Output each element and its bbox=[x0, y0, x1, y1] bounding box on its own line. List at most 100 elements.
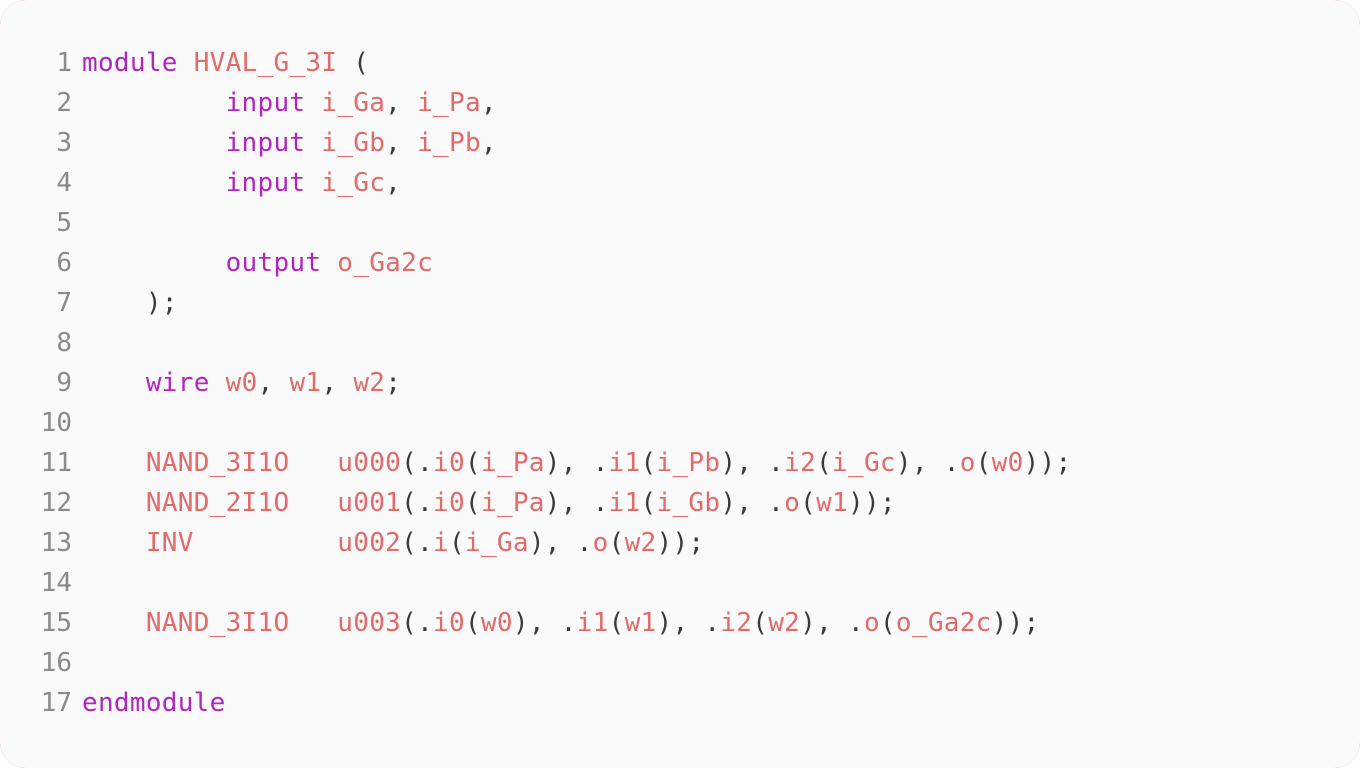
code-token-ident: i bbox=[433, 528, 450, 558]
code-line-row[interactable]: 17 endmodule bbox=[0, 683, 1360, 723]
code-line-text[interactable]: input i_Ga, i_Pa, bbox=[82, 83, 1360, 123]
code-token-ident: i1 bbox=[608, 448, 641, 478]
code-token-ident: i_Ga bbox=[321, 88, 386, 118]
code-listing: 1 module HVAL_G_3I (2 input i_Ga, i_Pa, 3 … bbox=[0, 43, 1360, 723]
code-line-row[interactable]: 16 ​ bbox=[0, 643, 1360, 683]
code-token-ident: o bbox=[592, 528, 609, 558]
code-token-punct: (. bbox=[401, 608, 434, 638]
code-line-text[interactable]: NAND_3I1O u003(.i0(w0), .i1(w1), .i2(w2)… bbox=[82, 603, 1360, 643]
code-token-punct: )); bbox=[991, 608, 1040, 638]
code-lines: 1 module HVAL_G_3I (2 input i_Ga, i_Pa, 3 … bbox=[0, 43, 1360, 723]
code-token-ident: w2 bbox=[768, 608, 801, 638]
code-token-ident: NAND_2I1O bbox=[145, 488, 290, 518]
code-line-row[interactable]: 10 ​ bbox=[0, 403, 1360, 443]
code-token-ident: u001 bbox=[337, 488, 402, 518]
code-token-punct: , bbox=[257, 368, 290, 398]
code-token-ident: NAND_3I1O bbox=[145, 608, 290, 638]
code-line-row[interactable]: 5​ bbox=[0, 203, 1360, 243]
code-line-row[interactable]: 1 module HVAL_G_3I ( bbox=[0, 43, 1360, 83]
code-token-punct: ( bbox=[337, 48, 370, 78]
code-line-text[interactable]: ​ bbox=[82, 203, 1360, 243]
code-token-ident: INV bbox=[145, 528, 194, 558]
code-scroll-area[interactable]: 1 module HVAL_G_3I (2 input i_Ga, i_Pa, 3 … bbox=[0, 0, 1360, 768]
line-number: 11 bbox=[40, 448, 72, 478]
code-line-text[interactable]: input i_Gb, i_Pb, bbox=[82, 123, 1360, 163]
code-line-row[interactable]: 7 ); bbox=[0, 283, 1360, 323]
code-line-row[interactable]: 2 input i_Ga, i_Pa, bbox=[0, 83, 1360, 123]
code-token-punct: ); bbox=[82, 288, 178, 318]
code-line-text[interactable]: INV u002(.i(i_Ga), .o(w2)); bbox=[82, 523, 1360, 563]
line-number: 14 bbox=[40, 568, 72, 598]
code-line-row[interactable]: 14 ​ bbox=[0, 563, 1360, 603]
code-line-text[interactable]: ​ bbox=[82, 403, 1360, 443]
code-token-punct: (. bbox=[401, 488, 434, 518]
code-line-row[interactable]: 4 input i_Gc, bbox=[0, 163, 1360, 203]
code-token-ident: i0 bbox=[433, 448, 465, 478]
code-line-text[interactable]: module HVAL_G_3I ( bbox=[82, 43, 1360, 83]
code-token-punct: , bbox=[385, 128, 418, 158]
code-token-ident: o_Ga2c bbox=[895, 608, 992, 638]
code-line-row[interactable]: 13 INV u002(.i(i_Ga), .o(w2)); bbox=[0, 523, 1360, 563]
code-line-text[interactable]: NAND_2I1O u001(.i0(i_Pa), .i1(i_Gb), .o(… bbox=[82, 483, 1360, 523]
line-number: 7 bbox=[56, 288, 72, 318]
code-line-text[interactable]: ​ bbox=[82, 323, 1360, 363]
code-token-punct: , bbox=[480, 128, 497, 158]
code-token-ident: w0 bbox=[225, 368, 258, 398]
line-number: 3 bbox=[56, 128, 72, 158]
code-line-text[interactable]: output o_Ga2c bbox=[82, 243, 1360, 283]
code-token-ident: u003 bbox=[337, 608, 402, 638]
code-token-punct: ( bbox=[640, 488, 657, 518]
code-token-punct: , bbox=[385, 88, 418, 118]
code-line-text[interactable]: ); bbox=[82, 283, 1360, 323]
code-line-text[interactable]: wire w0, w1, w2; bbox=[82, 363, 1360, 403]
code-token-ident: i_Ga bbox=[464, 528, 529, 558]
code-line-row[interactable]: 8​ bbox=[0, 323, 1360, 363]
code-token-ident: i2 bbox=[720, 608, 753, 638]
code-line-text[interactable]: ​ bbox=[82, 643, 1360, 683]
code-line-row[interactable]: 15 NAND_3I1O u003(.i0(w0), .i1(w1), .i2(… bbox=[0, 603, 1360, 643]
code-token-punct: ( bbox=[608, 608, 625, 638]
code-token-ident: i0 bbox=[433, 608, 465, 638]
code-line-text[interactable]: input i_Gc, bbox=[82, 163, 1360, 203]
code-line-row[interactable]: 6 output o_Ga2c bbox=[0, 243, 1360, 283]
code-line-row[interactable]: 9 wire w0, w1, w2; bbox=[0, 363, 1360, 403]
code-line-text[interactable]: ​ bbox=[82, 563, 1360, 603]
code-token-ident: u000 bbox=[337, 448, 402, 478]
code-token-punct: ( bbox=[608, 528, 625, 558]
code-token-keyword: output bbox=[225, 248, 322, 278]
line-number: 16 bbox=[40, 648, 72, 678]
code-token-keyword: input bbox=[225, 88, 306, 118]
code-token-ident: w2 bbox=[624, 528, 657, 558]
code-token-ident: HVAL_G_3I bbox=[193, 48, 338, 78]
code-token-punct: ( bbox=[975, 448, 992, 478]
code-token-ident: w0 bbox=[480, 608, 513, 638]
code-line-row[interactable]: 12 NAND_2I1O u001(.i0(i_Pa), .i1(i_Gb), … bbox=[0, 483, 1360, 523]
code-line-text[interactable]: NAND_3I1O u000(.i0(i_Pa), .i1(i_Pb), .i2… bbox=[82, 443, 1360, 483]
code-token-punct: ), . bbox=[800, 608, 864, 638]
code-line-row[interactable]: 11 NAND_3I1O u000(.i0(i_Pa), .i1(i_Pb), … bbox=[0, 443, 1360, 483]
code-token-punct: ( bbox=[816, 448, 833, 478]
code-token-ident: i1 bbox=[608, 488, 641, 518]
code-token-punct: ), . bbox=[544, 488, 609, 518]
code-token-ident: i_Gb bbox=[656, 488, 721, 518]
code-token-keyword: module bbox=[82, 48, 178, 78]
code-token-punct: ), . bbox=[528, 528, 593, 558]
code-token-punct: (. bbox=[401, 528, 434, 558]
code-token-ident: o bbox=[784, 488, 801, 518]
code-line-row[interactable]: 3 input i_Gb, i_Pb, bbox=[0, 123, 1360, 163]
code-viewer-panel: 1 module HVAL_G_3I (2 input i_Ga, i_Pa, 3 … bbox=[0, 0, 1360, 768]
code-line-text[interactable]: endmodule bbox=[82, 683, 1360, 723]
code-token-punct: , bbox=[385, 168, 402, 198]
line-number: 6 bbox=[56, 248, 72, 278]
